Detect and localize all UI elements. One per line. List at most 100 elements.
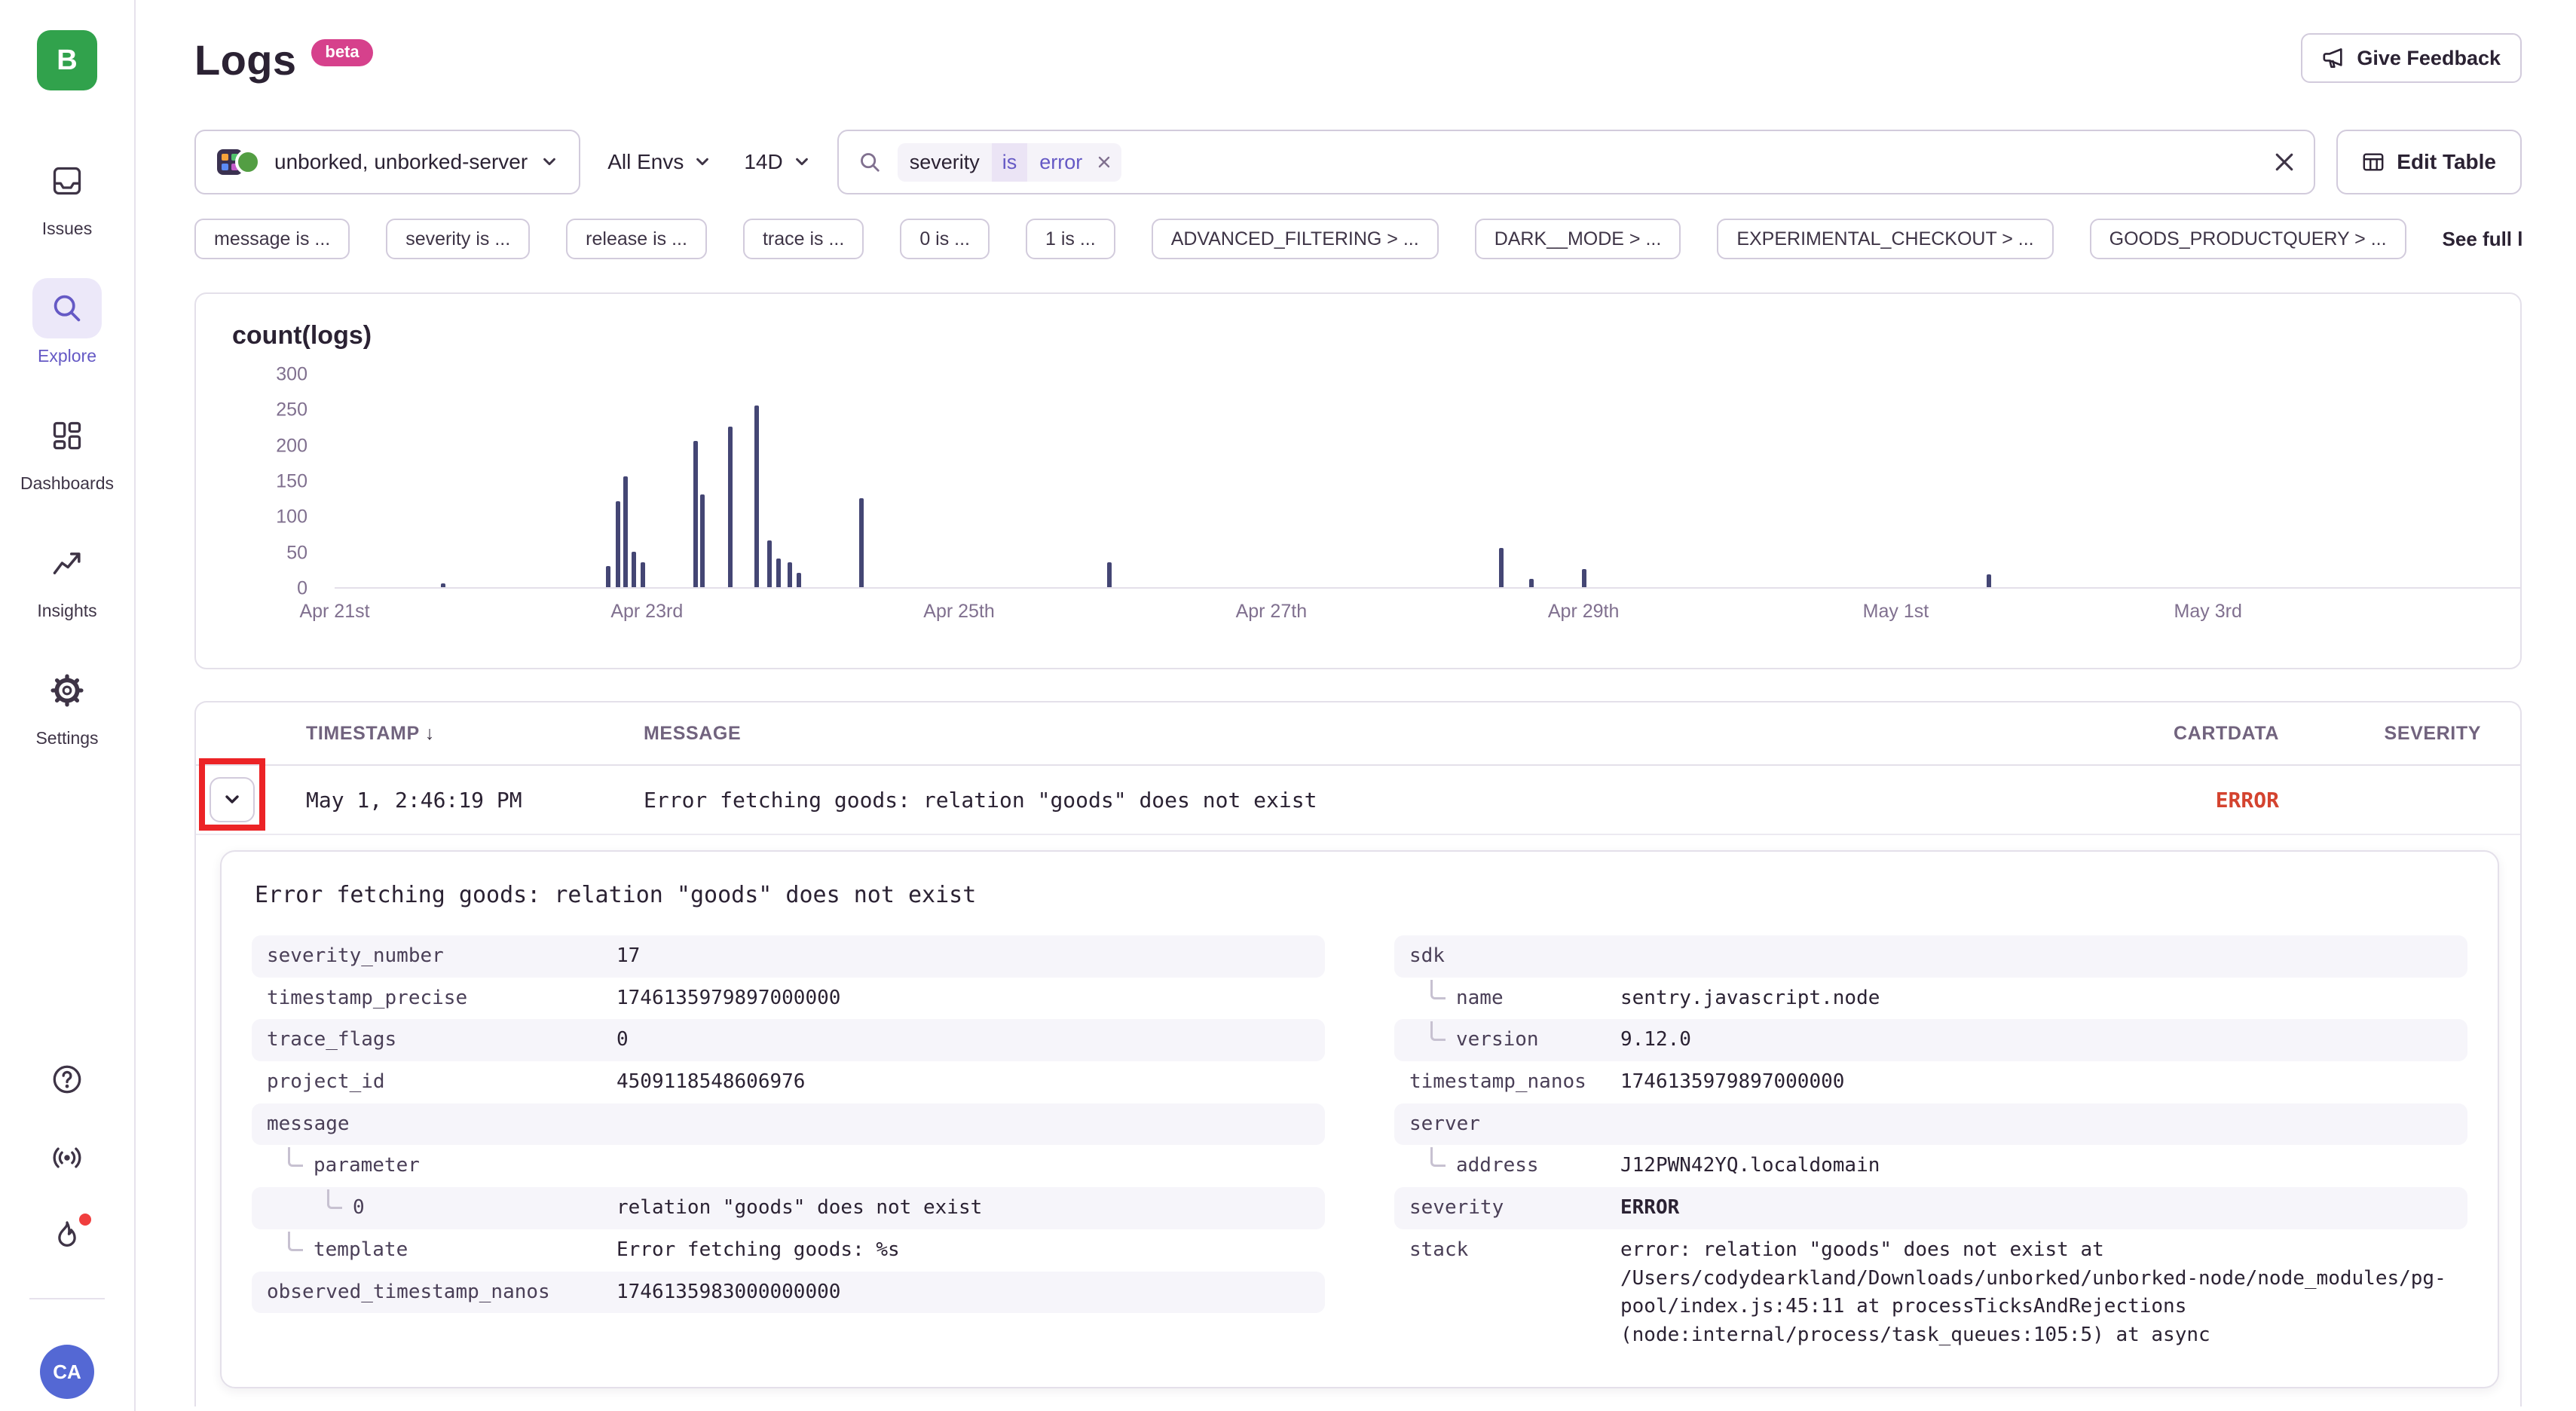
detail-field-value: error: relation "goods" does not exist a… [1620, 1236, 2452, 1350]
date-range-label: 14D [744, 150, 782, 174]
detail-field-key: timestamp_nanos [1409, 1068, 1620, 1097]
sidebar-bottom: CA [29, 1063, 105, 1399]
chart-bar [728, 427, 733, 587]
filter-chip[interactable]: DARK__MODE > ... [1475, 219, 1681, 259]
filter-chip[interactable]: ADVANCED_FILTERING > ... [1152, 219, 1439, 259]
sidebar-item-issues[interactable]: Issues [32, 151, 102, 239]
filter-chip[interactable]: EXPERIMENTAL_CHECKOUT > ... [1717, 219, 2053, 259]
clear-search-icon[interactable] [2275, 152, 2294, 172]
give-feedback-label: Give Feedback [2357, 47, 2501, 70]
detail-field-row: project_id4509118548606976 [252, 1061, 1325, 1103]
filter-chip[interactable]: severity is ... [386, 219, 530, 259]
search-input[interactable]: severity is error [837, 130, 2316, 194]
platform-icons [217, 149, 261, 175]
chart-bar [441, 583, 445, 587]
table-row[interactable]: May 1, 2:46:19 PM Error fetching goods: … [196, 766, 2520, 835]
detail-field-value: Error fetching goods: %s [616, 1236, 900, 1265]
sidebar-item-label: Dashboards [20, 473, 114, 494]
chart-bar [641, 562, 645, 587]
x-axis-label: Apr 21st [299, 601, 369, 623]
y-axis-label: 250 [276, 399, 307, 421]
edit-table-button[interactable]: Edit Table [2336, 130, 2522, 194]
filter-chip[interactable]: 1 is ... [1026, 219, 1115, 259]
edit-table-label: Edit Table [2397, 150, 2496, 174]
column-header-expand [196, 702, 306, 764]
sidebar-item-settings[interactable]: Settings [32, 660, 102, 748]
broadcast-icon[interactable] [50, 1141, 84, 1174]
detail-field-row: sdk [1394, 935, 2467, 978]
chart-title: count(logs) [232, 321, 2484, 350]
detail-field-row: trace_flags0 [252, 1019, 1325, 1061]
detail-field-value: 1746135979897000000 [616, 984, 840, 1013]
chart-bar [1499, 548, 1504, 587]
filter-chip[interactable]: GOODS_PRODUCTQUERY > ... [2090, 219, 2406, 259]
detail-field-row: severityERROR [1394, 1187, 2467, 1229]
filter-chip[interactable]: trace is ... [743, 219, 864, 259]
page-header: Logs beta Give Feedback [194, 33, 2522, 93]
sidebar-item-label: Settings [35, 728, 98, 748]
beta-badge: beta [311, 39, 372, 66]
detail-field-row: severity_number17 [252, 935, 1325, 978]
y-axis-label: 150 [276, 471, 307, 493]
chart-bar [1107, 562, 1112, 587]
chevron-down-icon [694, 154, 711, 170]
y-axis-label: 100 [276, 507, 307, 528]
detail-right-column: sdknamesentry.javascript.nodeversion9.12… [1394, 935, 2467, 1357]
row-message: Error fetching goods: relation "goods" d… [644, 788, 2030, 813]
detail-field-value: 0 [616, 1026, 629, 1054]
see-full-list-link[interactable]: See full list [2443, 228, 2522, 251]
project-selector[interactable]: unborked, unborked-server [194, 130, 580, 194]
chart-panel: count(logs) 050100150200250300 Apr 21stA… [194, 292, 2522, 669]
expand-row-button[interactable] [210, 777, 255, 822]
detail-field-row: 0relation "goods" does not exist [252, 1187, 1325, 1229]
tree-connector-icon [1430, 1147, 1446, 1167]
search-filter-token[interactable]: severity is error [898, 143, 1122, 182]
environment-selector[interactable]: All Envs [601, 150, 717, 174]
megaphone-icon [2322, 47, 2345, 69]
sidebar-item-insights[interactable]: Insights [32, 533, 102, 621]
detail-field-key: name [1409, 984, 1620, 1013]
tree-connector-icon [288, 1147, 303, 1167]
chart-bar [623, 476, 628, 587]
tree-connector-icon [327, 1189, 342, 1209]
detail-field-value: 9.12.0 [1620, 1026, 1691, 1054]
detail-columns: severity_number17timestamp_precise174613… [252, 935, 2467, 1357]
logs-table: TIMESTAMP ↓ MESSAGE CARTDATA SEVERITY Ma… [194, 701, 2522, 1406]
x-axis-label: Apr 27th [1236, 601, 1308, 623]
column-header-timestamp[interactable]: TIMESTAMP ↓ [306, 723, 644, 745]
x-axis-label: Apr 23rd [610, 601, 683, 623]
date-range-selector[interactable]: 14D [738, 150, 815, 174]
column-header-severity: SEVERITY [2279, 723, 2520, 745]
sidebar-item-label: Insights [37, 601, 96, 621]
column-header-cartdata: CARTDATA [2030, 723, 2279, 745]
filter-chip[interactable]: message is ... [194, 219, 350, 259]
detail-left-column: severity_number17timestamp_precise174613… [252, 935, 1325, 1313]
row-severity-value: ERROR [2030, 788, 2279, 813]
filter-chip[interactable]: release is ... [566, 219, 707, 259]
detail-field-value: ERROR [1620, 1194, 1679, 1223]
org-logo[interactable]: B [37, 30, 97, 90]
sidebar-item-dashboards[interactable]: Dashboards [20, 406, 114, 494]
user-avatar[interactable]: CA [40, 1345, 94, 1399]
chart-bar [859, 498, 864, 587]
detail-field-key: observed_timestamp_nanos [267, 1278, 616, 1307]
chevron-down-icon [794, 154, 810, 170]
give-feedback-button[interactable]: Give Feedback [2301, 33, 2522, 83]
sidebar-item-explore[interactable]: Explore [32, 278, 102, 366]
detail-title: Error fetching goods: relation "goods" d… [255, 882, 2467, 908]
whats-new-flame-icon[interactable] [52, 1220, 82, 1253]
chart-plot [335, 375, 2520, 589]
chart-y-axis: 050100150200250300 [232, 375, 307, 589]
row-detail-area: Error fetching goods: relation "goods" d… [196, 835, 2520, 1388]
x-axis-label: Apr 25th [923, 601, 995, 623]
chart-bar [754, 406, 759, 587]
help-icon[interactable] [50, 1063, 84, 1096]
token-key: severity [898, 143, 992, 182]
x-axis-label: May 1st [1863, 601, 1929, 623]
filter-chip[interactable]: 0 is ... [900, 219, 990, 259]
chart-bar [1987, 574, 1991, 587]
y-axis-label: 50 [286, 542, 307, 564]
token-remove-icon[interactable] [1094, 148, 1121, 176]
search-icon [858, 151, 881, 173]
detail-field-key: address [1409, 1152, 1620, 1180]
